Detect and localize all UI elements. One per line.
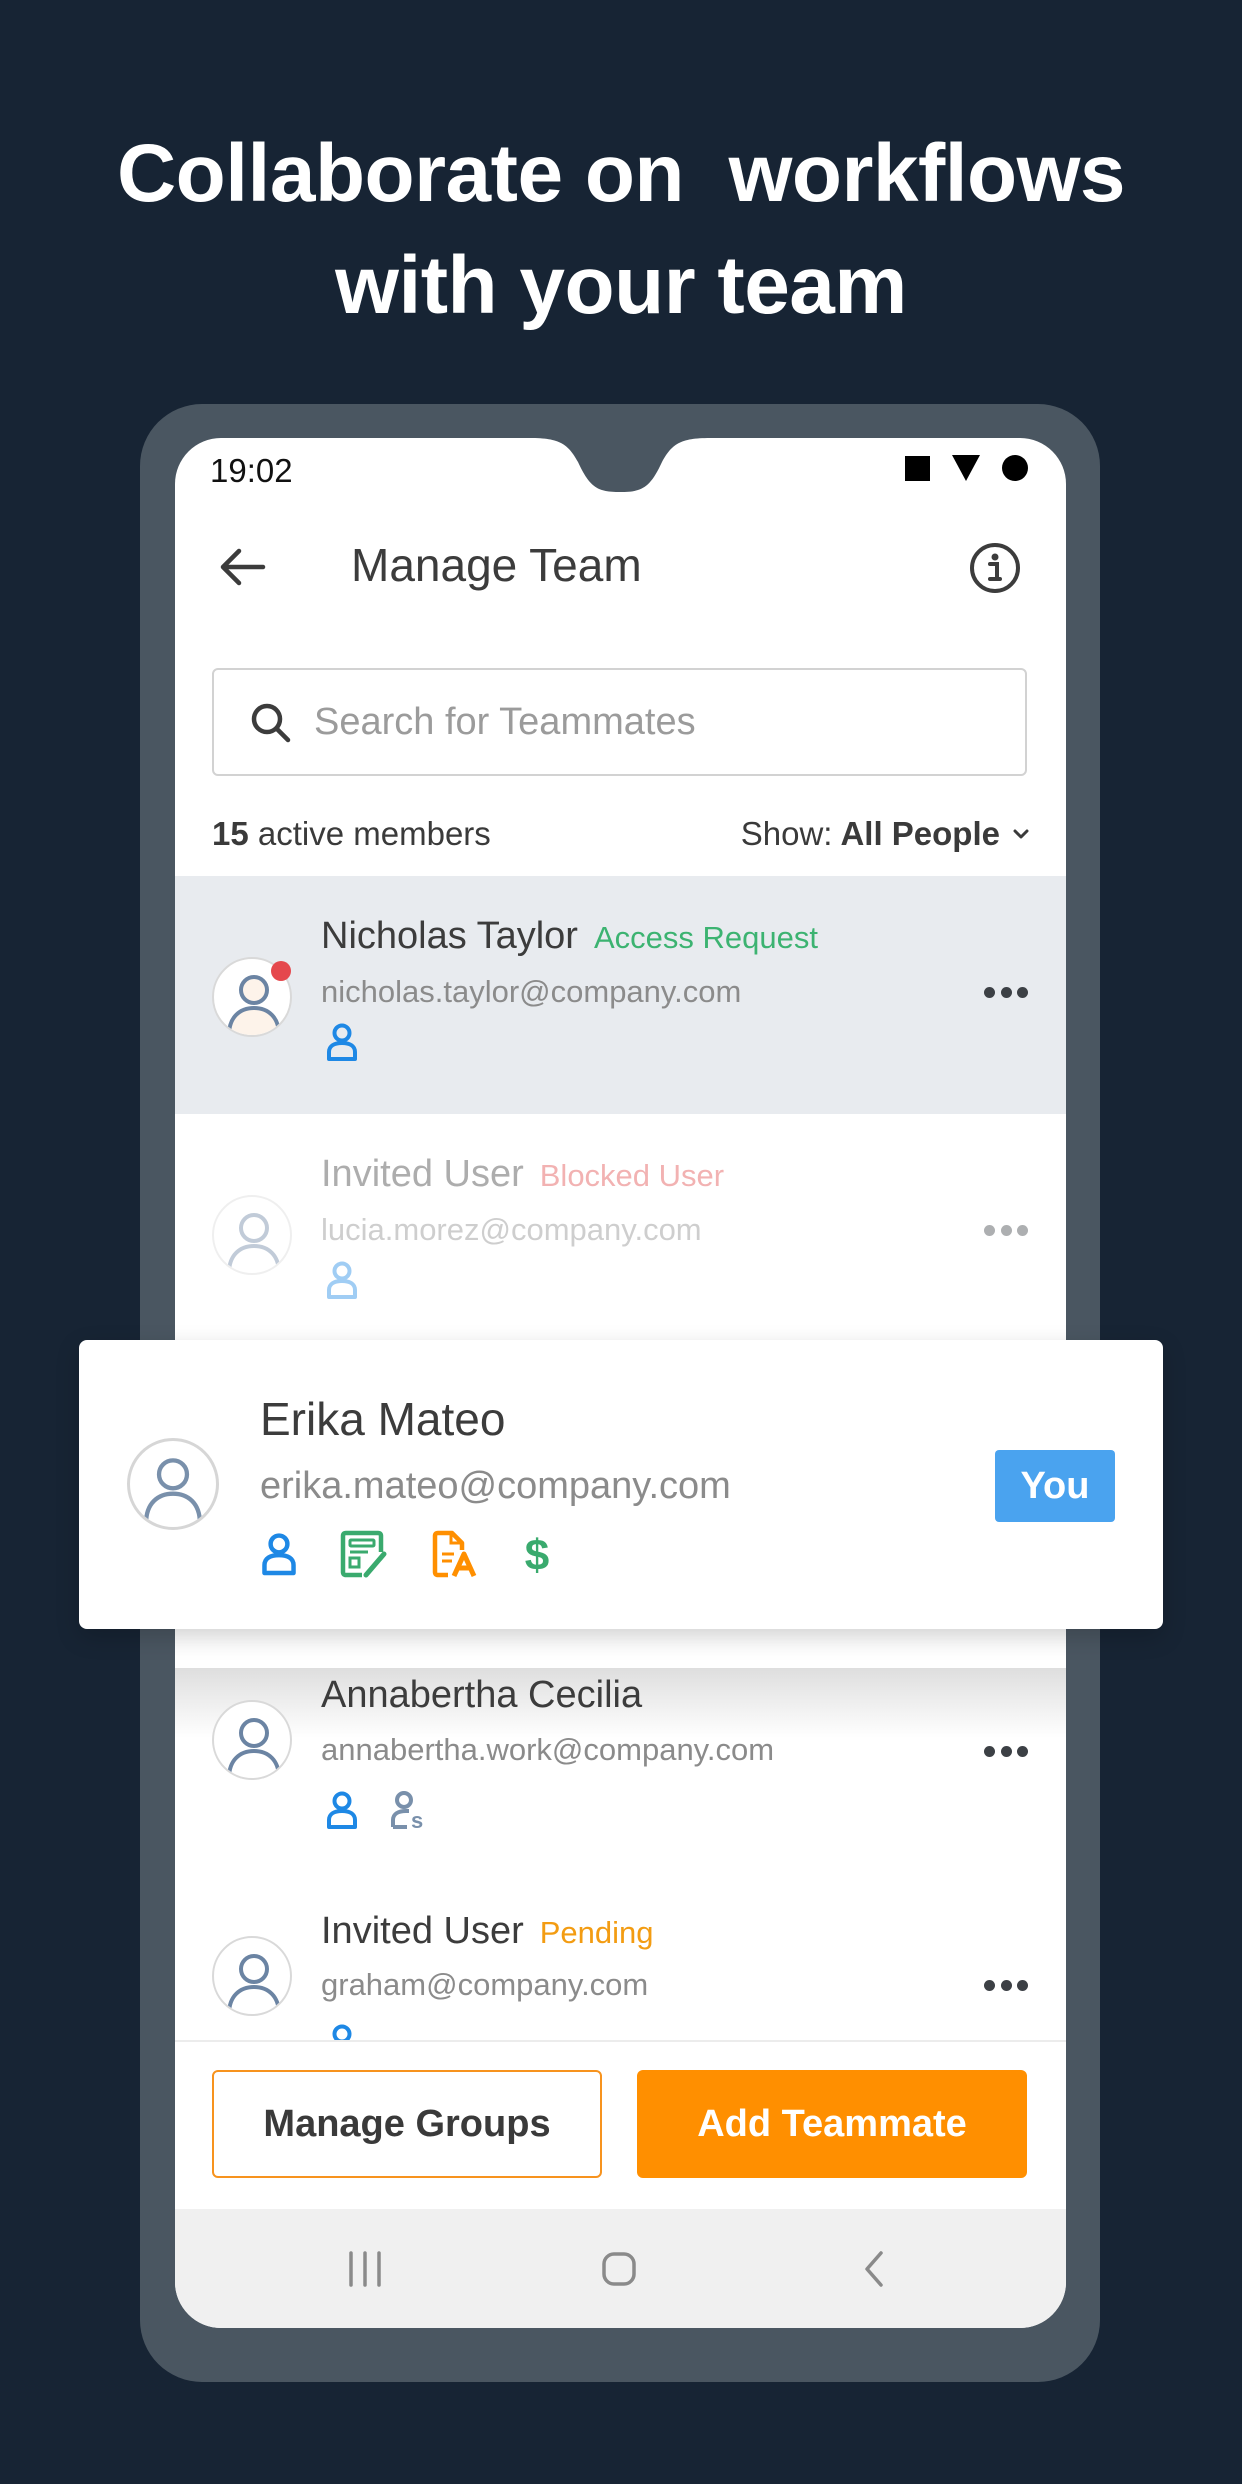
page-title: Manage Team [351,539,642,591]
form-editor-icon [340,1530,387,1578]
filter-value: All People [840,815,1000,852]
member-email: annabertha.work@company.com [321,1732,775,1767]
user-role-icon [262,1533,296,1576]
you-badge: You [995,1450,1115,1522]
user-avatar-icon [227,1213,281,1273]
user-avatar-icon [227,1954,281,2014]
member-name: Invited User [321,1153,524,1195]
member-row[interactable]: Nicholas Taylor Access Request nicholas.t… [175,876,1066,1114]
recent-apps-icon[interactable] [345,2251,385,2287]
member-count-number: 15 [212,815,249,852]
avatar [212,1195,292,1275]
svg-text:s: s [411,1808,423,1830]
home-icon[interactable] [600,2251,640,2287]
more-options-button[interactable] [984,987,1028,1001]
status-icons [905,455,1028,481]
chevron-down-icon [1013,829,1029,839]
document-signer-icon [432,1530,477,1578]
member-name: Annabertha Cecilia [321,1674,643,1716]
user-role-icon [327,1261,357,1299]
member-name-row: Annabertha Cecilia [321,1674,642,1717]
avatar [127,1438,219,1530]
current-user-name: Erika Mateo [260,1393,506,1445]
camera-notch [530,438,710,492]
marketing-headline: Collaborate on workflows with your team [0,118,1242,342]
system-nav-bar [175,2209,1066,2328]
avatar [212,1700,292,1780]
pending-tag: Pending [539,1915,654,1950]
member-count: 15 active members [212,815,491,853]
more-options-button[interactable] [984,1225,1028,1239]
filter-label: Show: [740,815,833,852]
member-name-row: Invited User Blocked User [321,1153,724,1196]
current-user-card[interactable]: Erika Mateo erika.mateo@company.com $ Yo… [79,1340,1163,1629]
user-avatar-icon [143,1458,203,1523]
user-role-icon [327,1023,357,1061]
billing-icon: $ [525,1531,549,1578]
blocked-user-tag: Blocked User [539,1158,725,1193]
member-name: Nicholas Taylor [321,915,578,957]
more-options-button[interactable] [984,1980,1028,1994]
headline-line-1: Collaborate on workflows [116,128,1126,219]
member-email: lucia.morez@company.com [321,1212,702,1247]
manage-groups-button[interactable]: Manage Groups [212,2070,602,2178]
headline-line-2: with your team [335,240,907,331]
search-icon [251,703,291,743]
search-field[interactable] [212,668,1027,776]
member-row[interactable]: Annabertha Cecilia annabertha.work@compa… [175,1618,1066,1856]
notification-dot [271,961,291,981]
square-icon [905,455,930,481]
arrow-left-icon[interactable] [217,545,267,589]
user-role-icon [327,1791,357,1829]
info-icon[interactable] [969,542,1021,594]
member-email: nicholas.taylor@company.com [321,974,742,1009]
back-nav-icon[interactable] [855,2251,895,2287]
avatar [212,1936,292,2016]
divider [175,2040,1066,2042]
status-time: 19:02 [210,452,293,489]
member-name: Invited User [321,1910,524,1952]
filter-dropdown[interactable]: Show: All People [741,815,1030,853]
member-count-label: active members [248,815,491,852]
member-row[interactable]: Invited User Blocked User lucia.morez@com… [175,1114,1066,1352]
circle-icon [1002,455,1028,481]
user-avatar-icon [227,1718,281,1778]
role-icons: $ [260,1530,554,1578]
supervisor-role-icon: s [391,1791,423,1830]
search-input[interactable] [314,692,994,752]
member-name-row: Nicholas Taylor Access Request [321,915,818,958]
member-email: graham@company.com [321,1967,649,2002]
access-request-tag: Access Request [593,920,818,955]
member-name-row: Invited User Pending [321,1910,654,1953]
triangle-icon [952,455,980,481]
svg-text:$: $ [525,1531,549,1578]
add-teammate-button[interactable]: Add Teammate [637,2070,1027,2178]
more-options-button[interactable] [984,1746,1028,1760]
current-user-email: erika.mateo@company.com [260,1465,731,1507]
